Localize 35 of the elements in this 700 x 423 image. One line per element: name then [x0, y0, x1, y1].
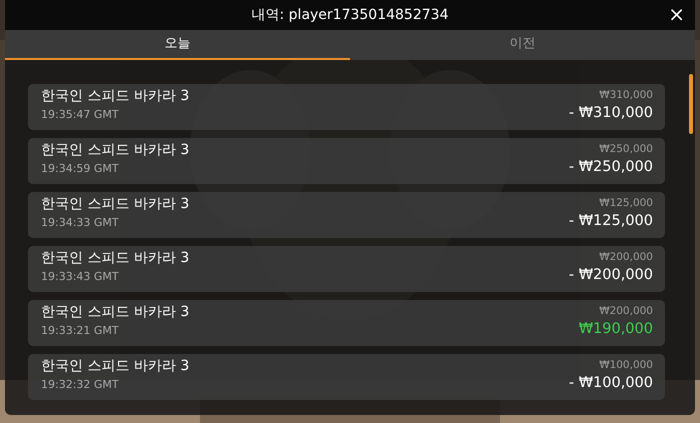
history-row[interactable]: 한국인 스피드 바카라 3 19:33:43 GMT ₩200,000 - ₩200,000 — [28, 246, 665, 292]
bet-time: 19:34:59 GMT — [41, 161, 120, 177]
bet-time: 19:33:43 GMT — [41, 269, 120, 285]
game-name: 한국인 스피드 바카라 3 — [41, 87, 190, 106]
stake-amount: ₩200,000 — [598, 250, 653, 265]
history-row[interactable]: 한국인 스피드 바카라 3 19:34:59 GMT ₩250,000 - ₩250,000 — [28, 138, 665, 184]
history-row[interactable]: 한국인 스피드 바카라 3 19:35:47 GMT ₩310,000 - ₩310,000 — [28, 84, 665, 130]
result-amount: ₩190,000 — [578, 320, 653, 339]
scrollbar-thumb[interactable] — [689, 74, 693, 134]
history-row[interactable]: 한국인 스피드 바카라 3 19:32:32 GMT ₩100,000 - ₩100,000 — [28, 354, 665, 400]
result-amount: - ₩310,000 — [568, 104, 653, 123]
game-name: 한국인 스피드 바카라 3 — [41, 303, 190, 322]
close-button[interactable]: × — [664, 4, 689, 24]
bet-time: 19:35:47 GMT — [41, 107, 120, 123]
game-name: 한국인 스피드 바카라 3 — [41, 357, 190, 376]
stake-amount: ₩125,000 — [598, 196, 653, 211]
result-amount: - ₩125,000 — [568, 212, 653, 231]
tab[interactable]: 오늘 — [5, 30, 350, 60]
stake-amount: ₩200,000 — [598, 304, 653, 319]
stake-amount: ₩100,000 — [598, 358, 653, 373]
result-amount: - ₩200,000 — [568, 266, 653, 285]
bet-time: 19:33:21 GMT — [41, 323, 120, 339]
bet-time: 19:32:32 GMT — [41, 377, 120, 393]
game-name: 한국인 스피드 바카라 3 — [41, 195, 190, 214]
stake-amount: ₩310,000 — [598, 88, 653, 103]
history-row[interactable]: 한국인 스피드 바카라 3 19:34:33 GMT ₩125,000 - ₩125,000 — [28, 192, 665, 238]
game-name: 한국인 스피드 바카라 3 — [41, 141, 190, 160]
game-name: 한국인 스피드 바카라 3 — [41, 249, 190, 268]
result-amount: - ₩100,000 — [568, 374, 653, 393]
history-row[interactable]: 한국인 스피드 바카라 3 19:33:21 GMT ₩200,000 ₩190,000 — [28, 300, 665, 346]
bet-time: 19:34:33 GMT — [41, 215, 120, 231]
window-title: 내역: player1735014852734 — [252, 6, 448, 24]
tab[interactable]: 이전 — [350, 30, 695, 60]
stake-amount: ₩250,000 — [598, 142, 653, 157]
result-amount: - ₩250,000 — [568, 158, 653, 177]
